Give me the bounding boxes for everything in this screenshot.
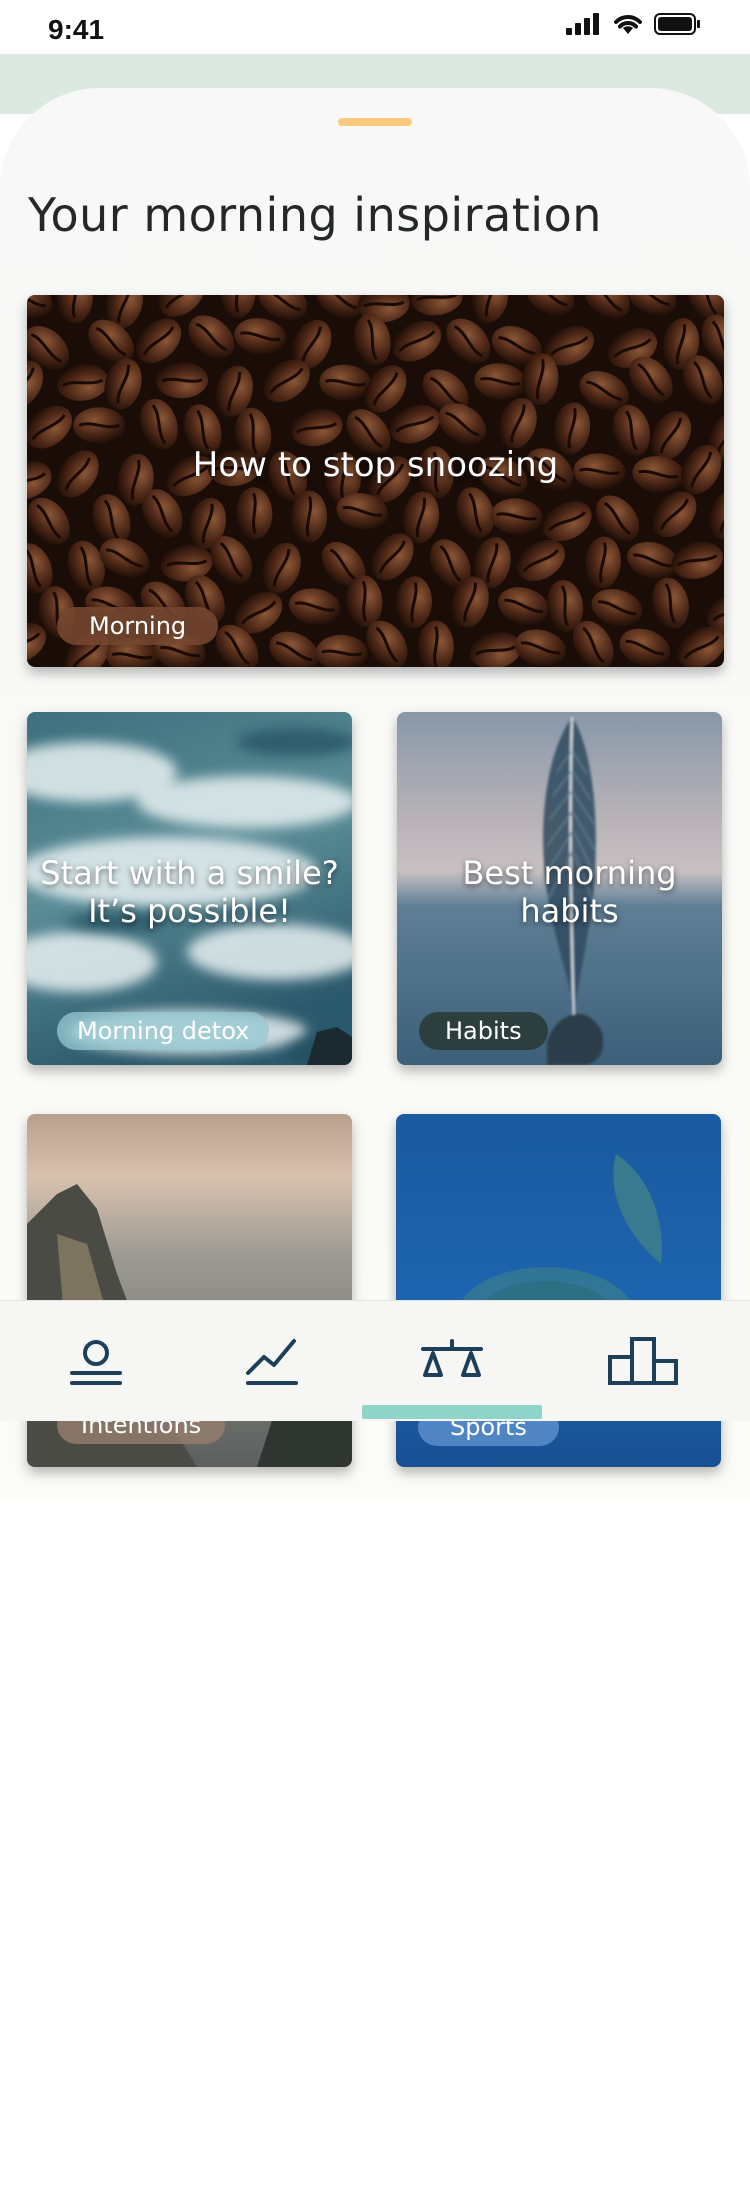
nav-item-progress[interactable] (222, 1321, 322, 1401)
status-time: 9:41 (48, 14, 105, 45)
card-tag[interactable]: Morning detox (57, 1012, 270, 1050)
card-tag[interactable]: Habits (419, 1012, 548, 1050)
wifi-icon (614, 15, 642, 34)
inspiration-sheet: Your morning inspiration How to stop sno… (0, 88, 750, 1500)
profile-icon (70, 1340, 122, 1385)
signal-icon (566, 13, 599, 35)
card-best-morning-habits[interactable]: Best morning habits Habits (397, 712, 722, 1065)
card-how-to-stop-snoozing[interactable]: How to stop snoozing Morning (27, 295, 724, 667)
status-bar: 9:41 (0, 0, 750, 54)
podium-icon (608, 1337, 678, 1385)
sheet-grabber[interactable] (338, 118, 412, 126)
nav-item-balance[interactable] (402, 1321, 502, 1401)
card-title: Start with a smile? It’s possible! (40, 854, 339, 931)
page-title: Your morning inspiration (28, 188, 602, 242)
card-title: How to stop snoozing (192, 445, 559, 485)
nav-item-leaderboard[interactable] (593, 1321, 693, 1401)
chart-icon (246, 1339, 298, 1385)
nav-item-profile[interactable] (46, 1321, 146, 1401)
battery-icon (654, 13, 700, 35)
status-icons (566, 12, 702, 36)
card-start-with-a-smile[interactable]: Start with a smile? It’s possible! Morni… (27, 712, 352, 1065)
card-title: Best morning habits (462, 854, 677, 931)
balance-icon (421, 1339, 483, 1377)
bottom-navigation (0, 1300, 750, 1421)
active-tab-indicator (362, 1405, 542, 1419)
card-tag[interactable]: Morning (57, 607, 219, 645)
